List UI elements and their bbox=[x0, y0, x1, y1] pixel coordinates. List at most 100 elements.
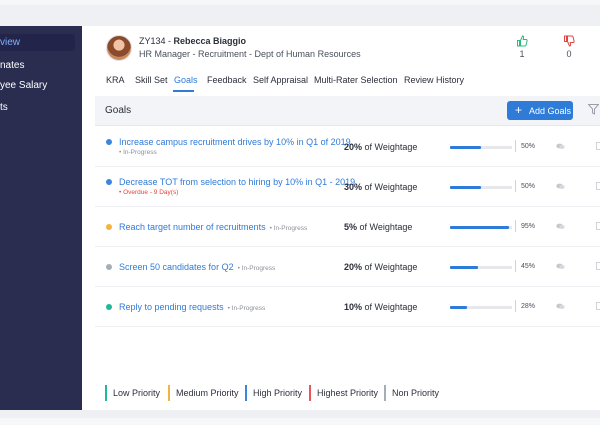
progress-bar bbox=[450, 266, 512, 269]
weightage-suffix: of Weightage bbox=[357, 222, 413, 232]
row-actions-handle[interactable] bbox=[596, 182, 600, 190]
tab-feedback[interactable]: Feedback bbox=[207, 75, 247, 85]
dislike-count: 0 bbox=[566, 49, 572, 59]
progress-bar bbox=[450, 306, 512, 309]
progress-bar bbox=[450, 226, 512, 229]
active-tab-indicator bbox=[173, 90, 194, 92]
legend-low-priority: Low Priority bbox=[105, 385, 160, 401]
legend-medium-priority: Medium Priority bbox=[168, 385, 239, 401]
comments-icon[interactable] bbox=[556, 183, 565, 190]
thumbs-down-icon bbox=[564, 35, 575, 47]
goal-title: Increase campus recruitment drives by 10… bbox=[119, 137, 354, 147]
goal-row[interactable]: Reply to pending requests • In-Progress 10… bbox=[95, 287, 600, 327]
tab-skill-set[interactable]: Skill Set bbox=[135, 75, 168, 85]
row-actions-handle[interactable] bbox=[596, 142, 600, 150]
tab-multi-rater-selection[interactable]: Multi-Rater Selection bbox=[314, 75, 398, 85]
sidebar-item-employee-salary[interactable]: yee Salary bbox=[0, 80, 47, 91]
progress-bar bbox=[450, 186, 512, 189]
sidebar: view nates yee Salary ts bbox=[0, 26, 82, 410]
add-goals-button[interactable]: + Add Goals bbox=[507, 101, 573, 120]
progress-fill bbox=[450, 306, 468, 309]
priority-dot bbox=[106, 304, 112, 310]
thumbs-up-icon bbox=[517, 35, 528, 47]
sidebar-item-estimates[interactable]: nates bbox=[0, 60, 24, 71]
filter-icon[interactable] bbox=[588, 104, 599, 115]
like-count: 1 bbox=[519, 49, 525, 59]
goal-weightage: 20% of Weightage bbox=[344, 142, 417, 152]
progress-fill bbox=[450, 226, 509, 229]
weightage-suffix: of Weightage bbox=[362, 142, 418, 152]
weightage-suffix: of Weightage bbox=[362, 182, 418, 192]
legend-non-priority: Non Priority bbox=[384, 385, 439, 401]
progress-percent: 45% bbox=[521, 263, 536, 270]
goal-title: Screen 50 candidates for Q2 bbox=[119, 262, 234, 272]
priority-dot bbox=[106, 224, 112, 230]
weightage-value: 20% bbox=[344, 142, 363, 152]
employee-separator: - bbox=[165, 36, 174, 46]
dislike-button[interactable]: 0 bbox=[559, 35, 579, 59]
goal-title-link[interactable]: Reach target number of recruitments • In-… bbox=[119, 222, 307, 232]
progress-fill bbox=[450, 266, 478, 269]
row-actions-handle[interactable] bbox=[596, 262, 600, 270]
goal-weightage: 10% of Weightage bbox=[344, 302, 417, 312]
goal-status: • In-Progress bbox=[119, 149, 157, 156]
avatar bbox=[106, 35, 132, 61]
goal-status-text: Overdue - 9 Day(s) bbox=[123, 189, 179, 196]
goal-weightage: 30% of Weightage bbox=[344, 182, 417, 192]
progress-divider bbox=[515, 140, 516, 152]
goal-status: • Overdue - 9 Day(s) bbox=[119, 189, 178, 196]
weightage-value: 30% bbox=[344, 182, 363, 192]
comments-icon[interactable] bbox=[556, 263, 565, 270]
goal-status-text: In-Progress bbox=[231, 305, 266, 312]
progress-divider bbox=[515, 220, 516, 232]
main-panel: ZY134 - Rebecca Biaggio HR Manager - Rec… bbox=[82, 26, 600, 410]
goal-title: Reach target number of recruitments bbox=[119, 222, 266, 232]
legend-highest-priority: Highest Priority bbox=[309, 385, 378, 401]
tab-goals[interactable]: Goals bbox=[174, 75, 198, 85]
progress-percent: 50% bbox=[521, 143, 536, 150]
goal-row[interactable]: Decrease TOT from selection to hiring by… bbox=[95, 167, 600, 207]
progress-fill bbox=[450, 186, 481, 189]
priority-dot bbox=[106, 139, 112, 145]
progress-fill bbox=[450, 146, 481, 149]
tab-kra[interactable]: KRA bbox=[106, 75, 125, 85]
row-actions-handle[interactable] bbox=[596, 222, 600, 230]
goal-title-link[interactable]: Reply to pending requests • In-Progress bbox=[119, 302, 265, 312]
goal-row[interactable]: Reach target number of recruitments • In-… bbox=[95, 207, 600, 247]
progress-divider bbox=[515, 180, 516, 192]
goal-title-link[interactable]: Increase campus recruitment drives by 10… bbox=[119, 137, 353, 147]
progress-divider bbox=[515, 260, 516, 272]
comments-icon[interactable] bbox=[556, 223, 565, 230]
goal-title-link[interactable]: Screen 50 candidates for Q2 • In-Progress bbox=[119, 262, 275, 272]
progress-bar bbox=[450, 146, 512, 149]
sidebar-item-label: ts bbox=[0, 102, 8, 113]
goal-title-link[interactable]: Decrease TOT from selection to hiring by… bbox=[119, 177, 358, 187]
progress-percent: 95% bbox=[521, 223, 536, 230]
goal-weightage: 5% of Weightage bbox=[344, 222, 412, 232]
goal-title: Decrease TOT from selection to hiring by… bbox=[119, 177, 358, 187]
comments-icon[interactable] bbox=[556, 143, 565, 150]
goal-title: Reply to pending requests bbox=[119, 302, 224, 312]
sidebar-item-overview[interactable]: view bbox=[0, 34, 75, 51]
weightage-value: 10% bbox=[344, 302, 363, 312]
employee-name: Rebecca Biaggio bbox=[173, 36, 247, 46]
bottom-strip bbox=[0, 418, 600, 425]
goal-status-text: In-Progress bbox=[273, 225, 308, 232]
add-goals-label: Add Goals bbox=[529, 106, 572, 116]
tab-review-history[interactable]: Review History bbox=[404, 75, 464, 85]
goal-row[interactable]: Increase campus recruitment drives by 10… bbox=[95, 127, 600, 167]
tab-self-appraisal[interactable]: Self Appraisal bbox=[253, 75, 308, 85]
sidebar-item-reports[interactable]: ts bbox=[0, 102, 8, 113]
goal-row[interactable]: Screen 50 candidates for Q2 • In-Progress… bbox=[95, 247, 600, 287]
goal-status-text: In-Progress bbox=[241, 265, 276, 272]
progress-divider bbox=[515, 300, 516, 312]
goal-weightage: 20% of Weightage bbox=[344, 262, 417, 272]
like-button[interactable]: 1 bbox=[512, 35, 532, 59]
legend-high-priority: High Priority bbox=[245, 385, 302, 401]
weightage-suffix: of Weightage bbox=[362, 302, 418, 312]
row-actions-handle[interactable] bbox=[596, 302, 600, 310]
plus-icon: + bbox=[515, 103, 523, 117]
goal-status: • In-Progress bbox=[270, 225, 308, 232]
comments-icon[interactable] bbox=[556, 303, 565, 310]
sidebar-item-label: view bbox=[0, 37, 21, 48]
